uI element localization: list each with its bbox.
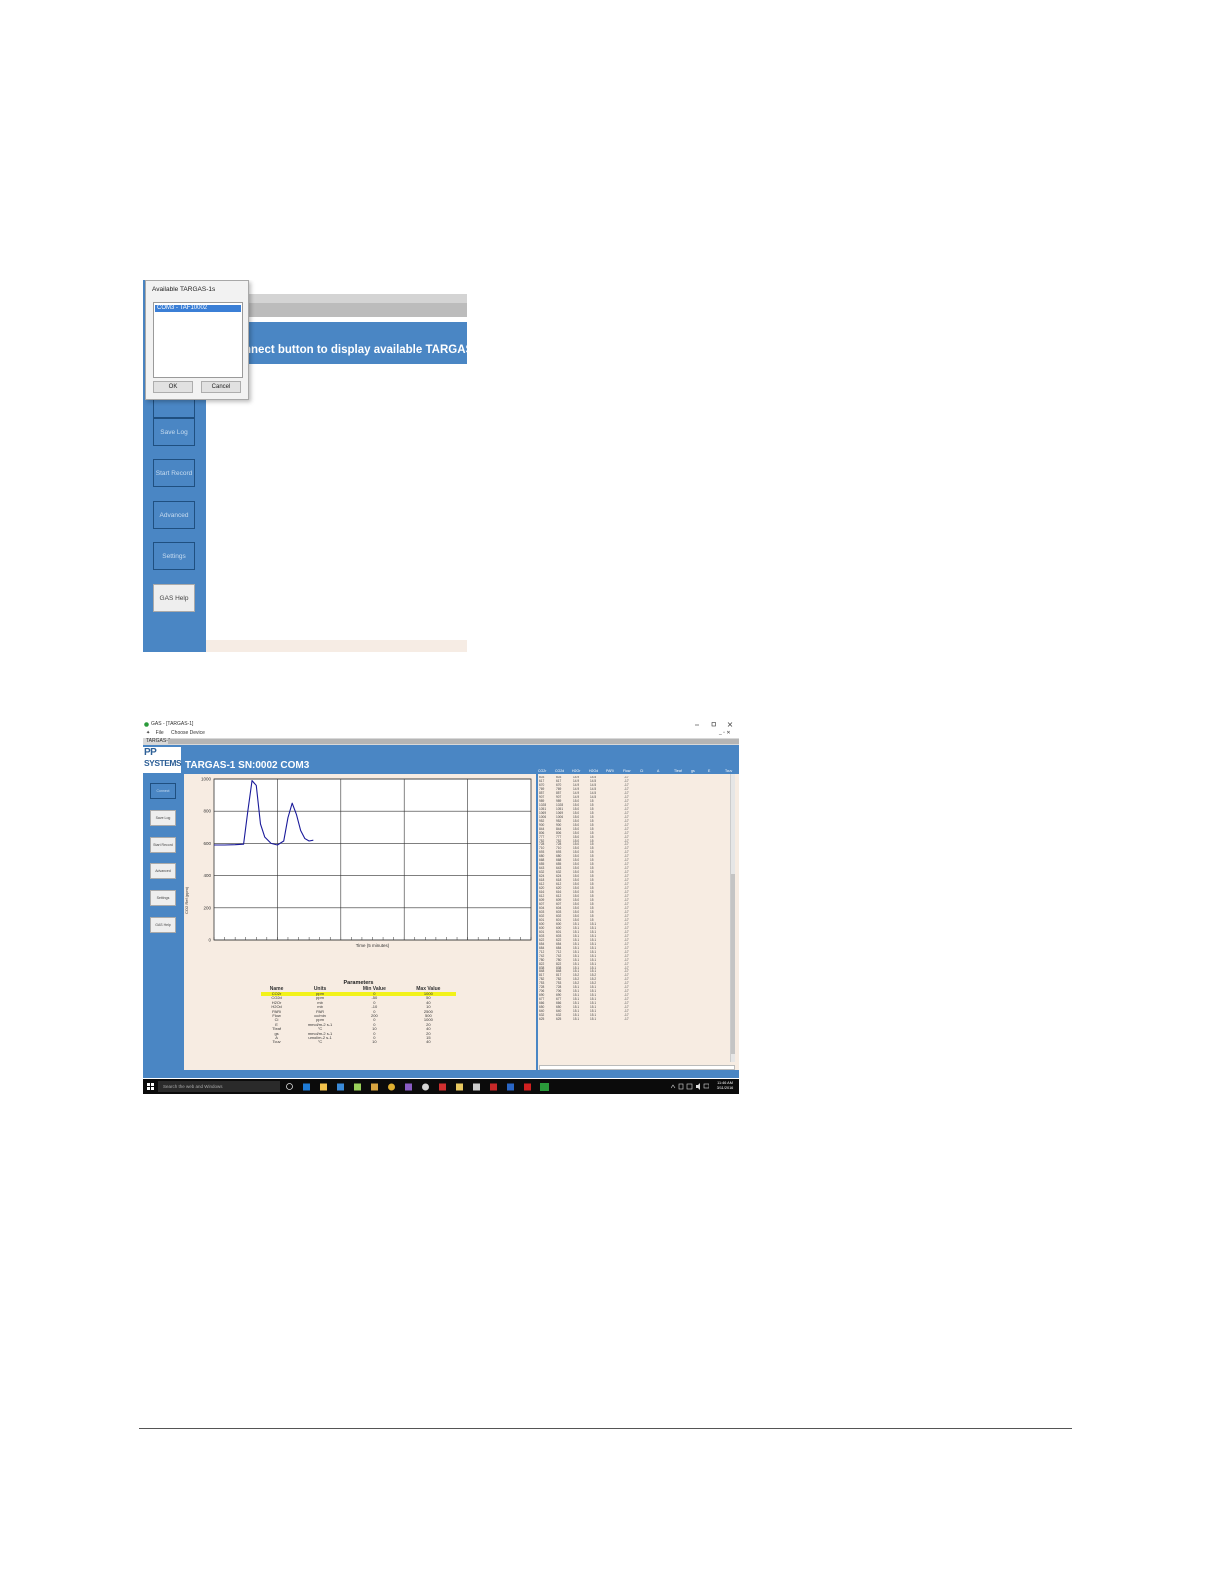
pp-systems-logo: PP SYSTEMS (143, 747, 182, 773)
y-tick-label: 600 (203, 841, 211, 846)
edge-icon (303, 1083, 310, 1091)
ok-button[interactable]: OK (153, 381, 193, 393)
store-icon (337, 1083, 344, 1091)
app-icon-4 (439, 1083, 446, 1091)
data-cell: 625 (556, 1017, 562, 1022)
y-axis-label: CO2 Ref (ppm) (184, 886, 189, 914)
data-cell: 15.1 (573, 1017, 580, 1022)
app-icon (144, 722, 149, 727)
data-column-header: A (657, 769, 660, 773)
taskbar-app-icons[interactable] (286, 1083, 566, 1091)
start-record-button[interactable]: Start Record (150, 837, 176, 853)
settings-button[interactable]: Settings (150, 890, 176, 906)
main-window-screenshot: GAS - [TARGAS-1] ✦ File Choose Device _ … (143, 720, 739, 1094)
gas-help-button[interactable]: GAS Help (153, 584, 195, 612)
data-cell: 15.1 (590, 1017, 597, 1022)
data-column-header: H2Od (589, 769, 599, 773)
start-record-button[interactable]: Start Record (153, 459, 195, 487)
y-tick-label: 200 (203, 905, 211, 910)
menu-app-icon: ✦ (146, 730, 151, 736)
y-tick-label: 400 (203, 873, 211, 878)
save-log-button[interactable]: Save Log (153, 418, 195, 446)
advanced-button[interactable]: Advanced (150, 863, 176, 879)
save-log-button[interactable]: Save Log (150, 810, 176, 826)
parameters-table: Parameters Name Units Min Value Max Value CO… (261, 980, 456, 1045)
mdi-controls-icon[interactable]: _ ▫ ✕ (719, 729, 731, 738)
data-scrollbar[interactable] (730, 774, 735, 1062)
cancel-button[interactable]: Cancel (201, 381, 241, 393)
dialog-title: Available TARGAS-1s (152, 286, 216, 293)
parameters-row[interactable]: Tcuv °C 10 40 (261, 1039, 456, 1045)
connect-button[interactable]: Connect (150, 783, 176, 799)
data-column-header: E (708, 769, 711, 773)
status-strip (206, 640, 467, 652)
data-column-header: CO2r (538, 769, 547, 773)
visual-studio-icon (405, 1083, 412, 1091)
chart-panel: 0 200 400 600 800 1000 Time (5 minutes) CO2 Re… (184, 774, 536, 1070)
parameters-cell: Tcuv (272, 1039, 281, 1045)
chrome-icon (388, 1083, 395, 1091)
tab-strip (168, 739, 739, 744)
y-tick-label: 800 (203, 809, 211, 814)
advanced-button[interactable]: Advanced (153, 501, 195, 529)
data-table-header: CO2r CO2d H2Or H2Od PARi Flow Ci A Tleaf gs E Tcuv (538, 769, 738, 774)
available-targas-dialog: Available TARGAS-1s COM3 - TAF10002 OK C… (145, 280, 249, 400)
app-icon-2 (371, 1083, 378, 1091)
data-cell: 625 (539, 1017, 545, 1022)
data-column-header: PARi (606, 769, 614, 773)
y-tick-label: 1000 (201, 777, 212, 782)
data-column-header: Tleaf (674, 769, 682, 773)
data-input-field[interactable] (539, 1065, 735, 1070)
parameters-cell: °C (317, 1039, 323, 1045)
word-icon (507, 1083, 514, 1091)
data-column-header: Flow (623, 769, 631, 773)
calculator-icon (473, 1083, 480, 1091)
menu-file[interactable]: File (156, 730, 164, 736)
taskbar-clock[interactable]: 11:46 AM 3/11/2016 (711, 1081, 739, 1091)
gas-help-button[interactable]: GAS Help (150, 917, 176, 933)
data-column-header: H2Or (572, 769, 581, 773)
device-list-item[interactable]: COM3 - TAF10002 (155, 305, 241, 312)
windows-start-icon[interactable] (147, 1083, 154, 1090)
gas-app-taskbar-icon (540, 1083, 549, 1091)
x-axis-label: Time (5 minutes) (356, 943, 390, 948)
window-title: GAS - [TARGAS-1] (151, 721, 194, 727)
data-table-body: 603 603 14.9 14.5 -17 617 617 14.9 14.5 -17 670 670… (539, 776, 729, 1062)
co2-chart: 0 200 400 600 800 1000 Time (5 minutes) (201, 777, 532, 948)
data-column-header: gs (691, 769, 695, 773)
acrobat-icon (524, 1083, 531, 1091)
scrollbar-thumb[interactable] (731, 874, 735, 1054)
connect-screenshot: nnect button to display available TARGAS… (143, 280, 467, 652)
data-column-header: Tcuv (725, 769, 733, 773)
folder-icon (456, 1083, 463, 1091)
file-explorer-icon (320, 1083, 327, 1091)
device-heading: TARGAS-1 SN:0002 COM3 (185, 760, 310, 771)
page-footer-rule (139, 1428, 1072, 1429)
settings-button[interactable]: Settings (153, 542, 195, 570)
data-column-header: Ci (640, 769, 644, 773)
data-row[interactable]: 625 625 15.1 15.1 -17 (539, 1017, 729, 1022)
system-tray-icons[interactable] (671, 1083, 709, 1090)
device-listbox[interactable]: COM3 - TAF10002 (153, 302, 243, 378)
parameters-cell: 10 (372, 1039, 377, 1045)
windows-taskbar: Search the web and Windows 11:46 AM 3/11… (143, 1079, 739, 1094)
app-icon-3 (422, 1083, 429, 1091)
menu-choose-device[interactable]: Choose Device (171, 730, 205, 736)
app-icon-1 (354, 1083, 361, 1091)
parameters-cell: 40 (426, 1039, 431, 1045)
app-icon-5 (490, 1083, 497, 1091)
parameters-grid: Name Units Min Value Max Value CO2r ppm 0 1000 C… (261, 986, 456, 1045)
taskbar-search-input[interactable]: Search the web and Windows (158, 1081, 280, 1092)
window-controls-icon[interactable] (695, 722, 735, 727)
data-column-header: CO2d (555, 769, 565, 773)
data-cell: -17 (624, 1017, 629, 1022)
task-view-icon (286, 1083, 293, 1090)
plot-area (213, 778, 532, 941)
y-tick-label: 0 (208, 938, 211, 943)
menu-bar: ✦ File Choose Device _ ▫ ✕ (143, 729, 739, 738)
window-title-bar: GAS - [TARGAS-1] (143, 720, 739, 729)
data-panel: CO2r CO2d H2Or H2Od PARi Flow Ci A Tleaf gs E Tcuv … (538, 769, 739, 1070)
